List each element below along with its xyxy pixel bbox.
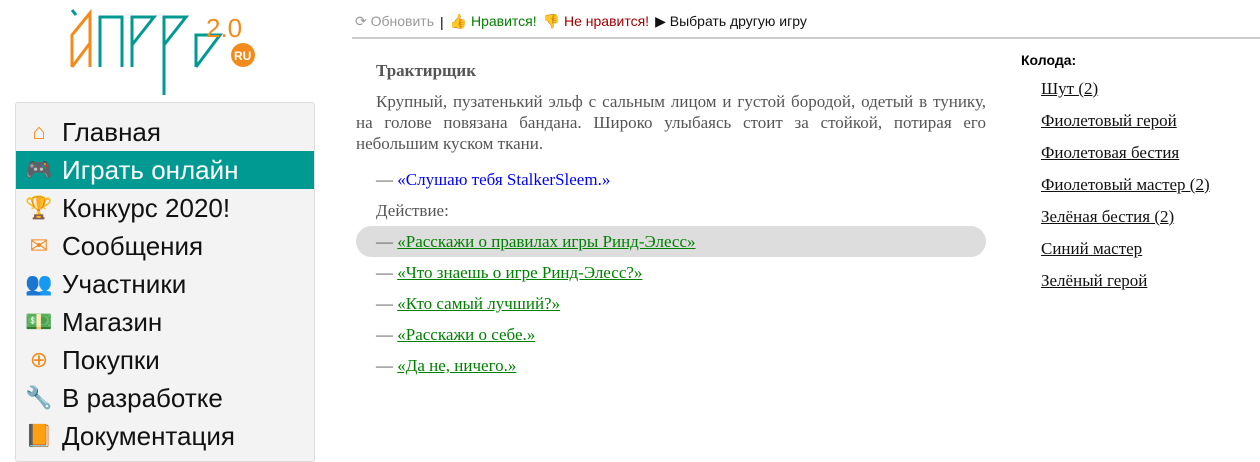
reply-text: «Слушаю тебя StalkerSleem.» bbox=[397, 170, 611, 189]
sidebar-item-label: Участники bbox=[62, 268, 187, 299]
action-option: — «Расскажи о себе.» bbox=[356, 319, 986, 350]
refresh-button[interactable]: ⟳ Обновить bbox=[355, 13, 434, 30]
thumbs-up-icon: 👍 bbox=[449, 13, 468, 29]
svg-text:2.0: 2.0 bbox=[206, 13, 242, 43]
dislike-label: Не нравится! bbox=[563, 13, 650, 29]
svg-text:RU: RU bbox=[234, 49, 251, 63]
money-icon: 💵 bbox=[25, 309, 53, 334]
action-link[interactable]: «Что знаешь о игре Ринд-Элесс?» bbox=[397, 263, 642, 282]
deck-card-link[interactable]: Синий мастер bbox=[1041, 238, 1210, 260]
action-option: — «Расскажи о правилах игры Ринд-Элесс» bbox=[356, 226, 986, 257]
like-label: Нравится! bbox=[470, 13, 537, 29]
sidebar-item-label: Покупки bbox=[62, 344, 160, 375]
deck-card-link[interactable]: Фиолетовый герой bbox=[1041, 110, 1210, 132]
sidebar-item-label: Главная bbox=[62, 116, 161, 147]
deck-card-link[interactable]: Шут (2) bbox=[1041, 78, 1210, 100]
refresh-icon: ⟳ bbox=[355, 13, 367, 29]
toolbar-divider bbox=[352, 37, 1260, 39]
sidebar-item-purchases[interactable]: ⊕ Покупки bbox=[16, 341, 314, 379]
thumbs-down-icon: 👎 bbox=[542, 13, 561, 29]
choose-label: Выбрать другую игру bbox=[669, 13, 807, 29]
deck-card-link[interactable]: Фиолетовая бестия bbox=[1041, 142, 1210, 164]
like-button[interactable]: 👍 Нравится! bbox=[450, 13, 537, 30]
dialogue-panel: Трактирщик Крупный, пузатенький эльф с с… bbox=[356, 60, 986, 381]
action-link[interactable]: «Расскажи о правилах игры Ринд-Элесс» bbox=[397, 232, 695, 251]
dash: — bbox=[376, 356, 393, 375]
npc-reply: — «Слушаю тебя StalkerSleem.» bbox=[356, 164, 986, 195]
sidebar-item-label: Магазин bbox=[62, 306, 163, 337]
envelope-icon: ✉ bbox=[29, 233, 49, 258]
book-icon: 📙 bbox=[25, 423, 53, 448]
dash: — bbox=[376, 170, 393, 189]
plus-circle-icon: ⊕ bbox=[29, 347, 49, 372]
choose-game-button[interactable]: ▶ Выбрать другую игру bbox=[655, 13, 807, 30]
deck-label: Колода: bbox=[1021, 52, 1077, 68]
dash: — bbox=[376, 325, 393, 344]
sidebar-item-documentation[interactable]: 📙 Документация bbox=[16, 417, 314, 455]
action-label: Действие: bbox=[376, 201, 449, 220]
sidebar-item-label: В разработке bbox=[62, 382, 223, 413]
users-icon: 👥 bbox=[25, 271, 53, 296]
deck-card-link[interactable]: Фиолетовый мастер (2) bbox=[1041, 174, 1210, 196]
action-link[interactable]: «Кто самый лучший?» bbox=[397, 294, 560, 313]
site-logo[interactable]: 2.0 RU bbox=[60, 5, 270, 97]
dash: — bbox=[376, 232, 393, 251]
deck-card-link[interactable]: Зелёный герой bbox=[1041, 270, 1210, 292]
npc-name: Трактирщик bbox=[376, 61, 476, 80]
refresh-label: Обновить bbox=[370, 13, 435, 29]
sidebar-item-in-development[interactable]: 🔧 В разработке bbox=[16, 379, 314, 417]
sidebar-item-shop[interactable]: 💵 Магазин bbox=[16, 303, 314, 341]
sidebar-item-label: Играть онлайн bbox=[62, 154, 239, 185]
sidebar-item-label: Документация bbox=[62, 420, 235, 451]
sidebar-item-label: Конкурс 2020! bbox=[62, 192, 231, 223]
action-link[interactable]: «Да не, ничего.» bbox=[397, 356, 516, 375]
action-option: — «Что знаешь о игре Ринд-Элесс?» bbox=[356, 257, 986, 288]
gamepad-icon: 🎮 bbox=[25, 157, 53, 182]
action-option: — «Да не, ничего.» bbox=[356, 350, 986, 381]
sidebar-item-label: Сообщения bbox=[62, 230, 204, 261]
play-circle-icon: ▶ bbox=[655, 13, 666, 29]
sidebar-item-members[interactable]: 👥 Участники bbox=[16, 265, 314, 303]
home-icon: ⌂ bbox=[32, 119, 46, 144]
dash: — bbox=[376, 263, 393, 282]
wrench-icon: 🔧 bbox=[25, 385, 53, 410]
divider: | bbox=[440, 13, 444, 30]
npc-description: Крупный, пузатенький эльф с сальным лицо… bbox=[356, 92, 986, 153]
trophy-icon: 🏆 bbox=[25, 195, 53, 220]
action-link[interactable]: «Расскажи о себе.» bbox=[397, 325, 535, 344]
sidebar-item-play-online[interactable]: 🎮 Играть онлайн bbox=[16, 151, 314, 189]
deck-panel: Колода: Шут (2) Фиолетовый герой Фиолето… bbox=[1021, 52, 1210, 292]
dash: — bbox=[376, 294, 393, 313]
dislike-button[interactable]: 👎 Не нравится! bbox=[543, 13, 649, 30]
sidebar-nav: ⌂ Главная 🎮 Играть онлайн 🏆 Конкурс 2020! ✉… bbox=[15, 102, 315, 462]
sidebar-item-messages[interactable]: ✉ Сообщения bbox=[16, 227, 314, 265]
game-toolbar: ⟳ Обновить | 👍 Нравится! 👎 Не нравится! … bbox=[355, 13, 807, 30]
sidebar-item-contest[interactable]: 🏆 Конкурс 2020! bbox=[16, 189, 314, 227]
deck-card-link[interactable]: Зелёная бестия (2) bbox=[1041, 206, 1210, 228]
action-option: — «Кто самый лучший?» bbox=[356, 288, 986, 319]
sidebar-item-home[interactable]: ⌂ Главная bbox=[16, 113, 314, 151]
